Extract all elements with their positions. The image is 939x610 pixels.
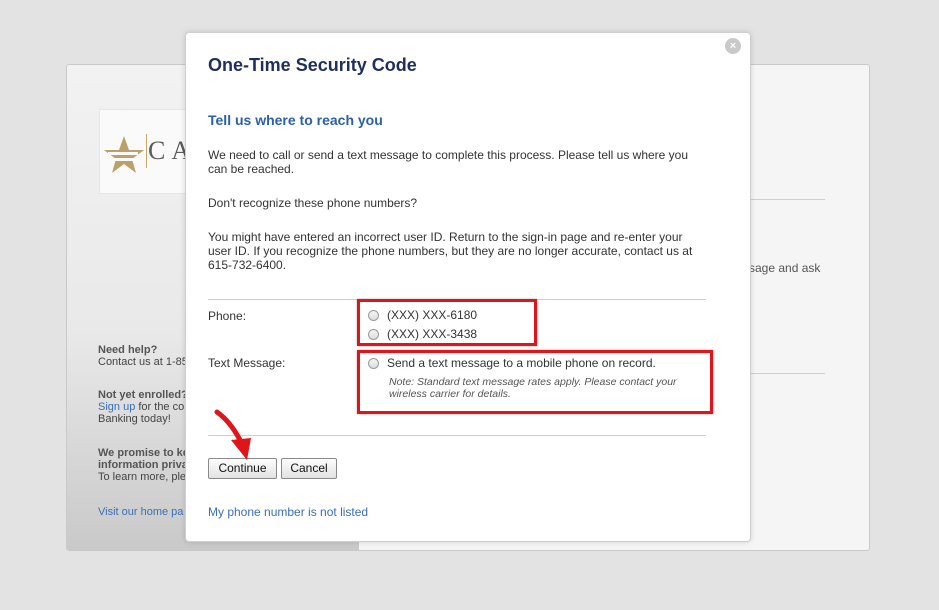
enroll-block: Not yet enrolled? Sign up for the co Ban… — [98, 389, 188, 425]
phone-label: Phone: — [208, 309, 247, 323]
security-code-modal: × One-Time Security Code Tell us where t… — [185, 32, 751, 542]
enroll-text-2: Banking today! — [98, 413, 171, 425]
intro-text: We need to call or send a text message t… — [208, 148, 689, 176]
phone-not-listed-link[interactable]: My phone number is not listed — [208, 505, 368, 519]
modal-subtitle: Tell us where to reach you — [208, 112, 383, 128]
background-divider — [740, 373, 825, 374]
explanation-text: You might have entered an incorrect user… — [208, 230, 693, 272]
need-help-text: Contact us at 1-85 — [98, 356, 188, 368]
background-divider — [740, 199, 825, 200]
divider — [208, 435, 706, 436]
privacy-heading: We promise to ke — [98, 447, 189, 459]
enroll-heading: Not yet enrolled? — [98, 389, 188, 401]
modal-title: One-Time Security Code — [208, 55, 417, 75]
sign-up-link[interactable]: Sign up — [98, 401, 135, 413]
logo-divider — [146, 134, 147, 168]
star-logo-icon — [104, 136, 144, 173]
close-icon[interactable]: × — [725, 38, 741, 54]
privacy-heading-2: information priva — [98, 459, 188, 471]
text-message-label: Text Message: — [208, 356, 286, 370]
need-help-heading: Need help? — [98, 344, 158, 356]
unrecognized-question: Don't recognize these phone numbers? — [208, 196, 418, 210]
privacy-text: To learn more, ple — [98, 471, 187, 483]
annotation-arrow-icon — [214, 409, 251, 460]
text-option-highlight — [357, 350, 713, 414]
enroll-text: for the co — [135, 401, 185, 413]
background-text: sage and ask — [749, 261, 821, 275]
phone-options-highlight — [357, 299, 537, 346]
cancel-button[interactable]: Cancel — [281, 458, 337, 479]
privacy-block: We promise to ke information priva To le… — [98, 447, 189, 483]
need-help-block: Need help? Contact us at 1-85 — [98, 344, 188, 368]
visit-home-link[interactable]: Visit our home pa — [98, 506, 183, 518]
